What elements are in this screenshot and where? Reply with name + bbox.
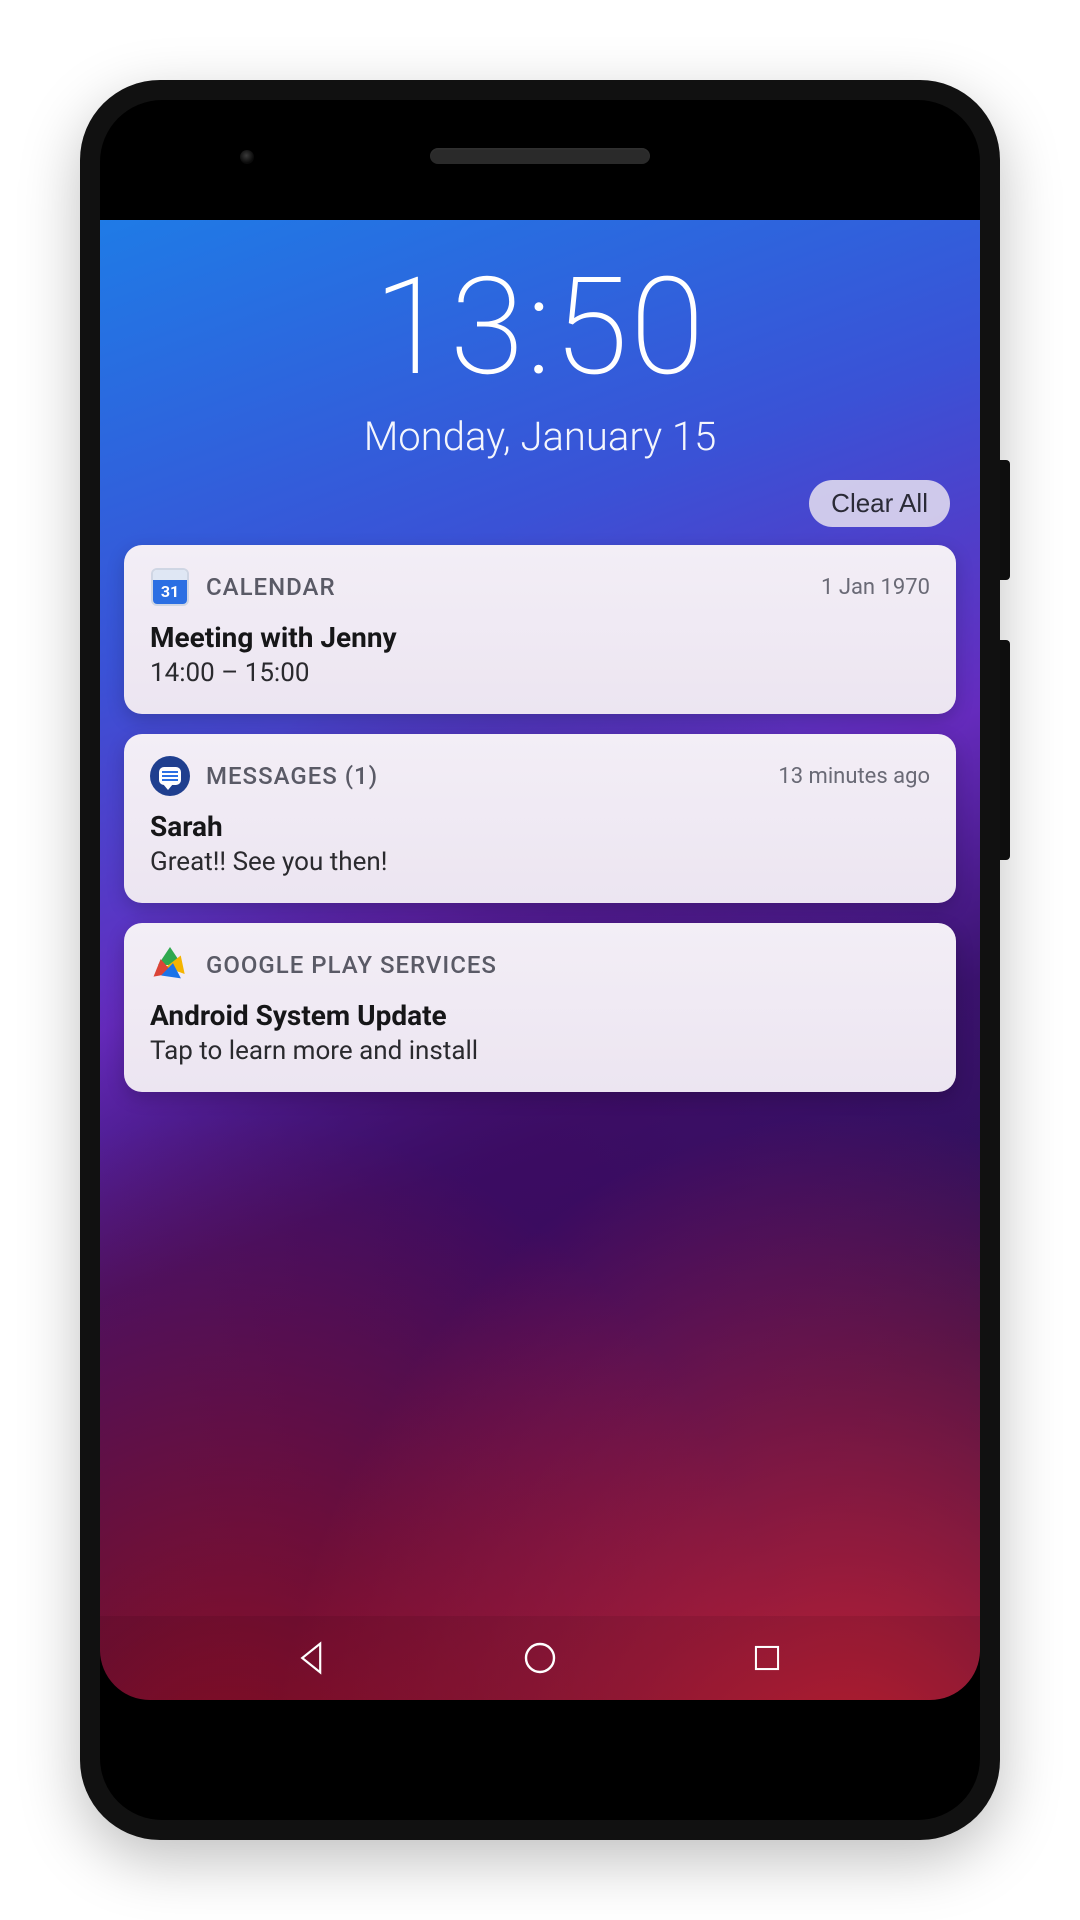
calendar-icon-day: 31 — [153, 580, 187, 604]
notification-body: 14:00 – 15:00 — [150, 658, 930, 688]
power-button — [1000, 460, 1010, 580]
notification-app-name: GOOGLE PLAY SERVICES — [206, 951, 497, 979]
navigation-bar — [100, 1616, 980, 1700]
lock-screen[interactable]: 13:50 Monday, January 15 Clear All 31 — [100, 220, 980, 1700]
home-button[interactable] — [517, 1635, 563, 1681]
clear-all-row: Clear All — [100, 480, 980, 527]
clock-time: 13:50 — [100, 260, 980, 395]
notification-title: Sarah — [150, 810, 930, 843]
notification-timestamp: 1 Jan 1970 — [821, 575, 930, 600]
messages-icon — [150, 756, 190, 796]
recents-button[interactable] — [744, 1635, 790, 1681]
notification-header: GOOGLE PLAY SERVICES — [150, 945, 930, 985]
notification-card[interactable]: GOOGLE PLAY SERVICES Android System Upda… — [124, 923, 956, 1092]
notification-title: Android System Update — [150, 999, 930, 1032]
notification-body: Tap to learn more and install — [150, 1036, 930, 1066]
phone-frame: 13:50 Monday, January 15 Clear All 31 — [80, 80, 1000, 1840]
notification-timestamp: 13 minutes ago — [778, 764, 930, 789]
back-button[interactable] — [290, 1635, 336, 1681]
square-icon — [750, 1641, 784, 1675]
notification-card[interactable]: 31 CALENDAR 1 Jan 1970 Meeting with Jenn… — [124, 545, 956, 714]
earpiece-speaker — [430, 148, 650, 164]
calendar-icon: 31 — [150, 567, 190, 607]
notification-app-name: CALENDAR — [206, 573, 336, 601]
circle-icon — [520, 1638, 560, 1678]
notification-list: 31 CALENDAR 1 Jan 1970 Meeting with Jenn… — [100, 527, 980, 1092]
notification-card[interactable]: MESSAGES (1) 13 minutes ago Sarah Great!… — [124, 734, 956, 903]
stage: 13:50 Monday, January 15 Clear All 31 — [0, 0, 1080, 1920]
notification-header: 31 CALENDAR 1 Jan 1970 — [150, 567, 930, 607]
notification-app-name: MESSAGES (1) — [206, 762, 378, 790]
volume-button — [1000, 640, 1010, 860]
notification-body: Great!! See you then! — [150, 847, 930, 877]
notification-title: Meeting with Jenny — [150, 621, 930, 654]
front-camera — [240, 150, 254, 164]
notification-header: MESSAGES (1) 13 minutes ago — [150, 756, 930, 796]
back-icon — [295, 1640, 331, 1676]
clock-date: Monday, January 15 — [100, 413, 980, 460]
phone-bezel: 13:50 Monday, January 15 Clear All 31 — [100, 100, 980, 1820]
clear-all-button[interactable]: Clear All — [809, 480, 950, 527]
play-services-icon — [150, 945, 190, 985]
